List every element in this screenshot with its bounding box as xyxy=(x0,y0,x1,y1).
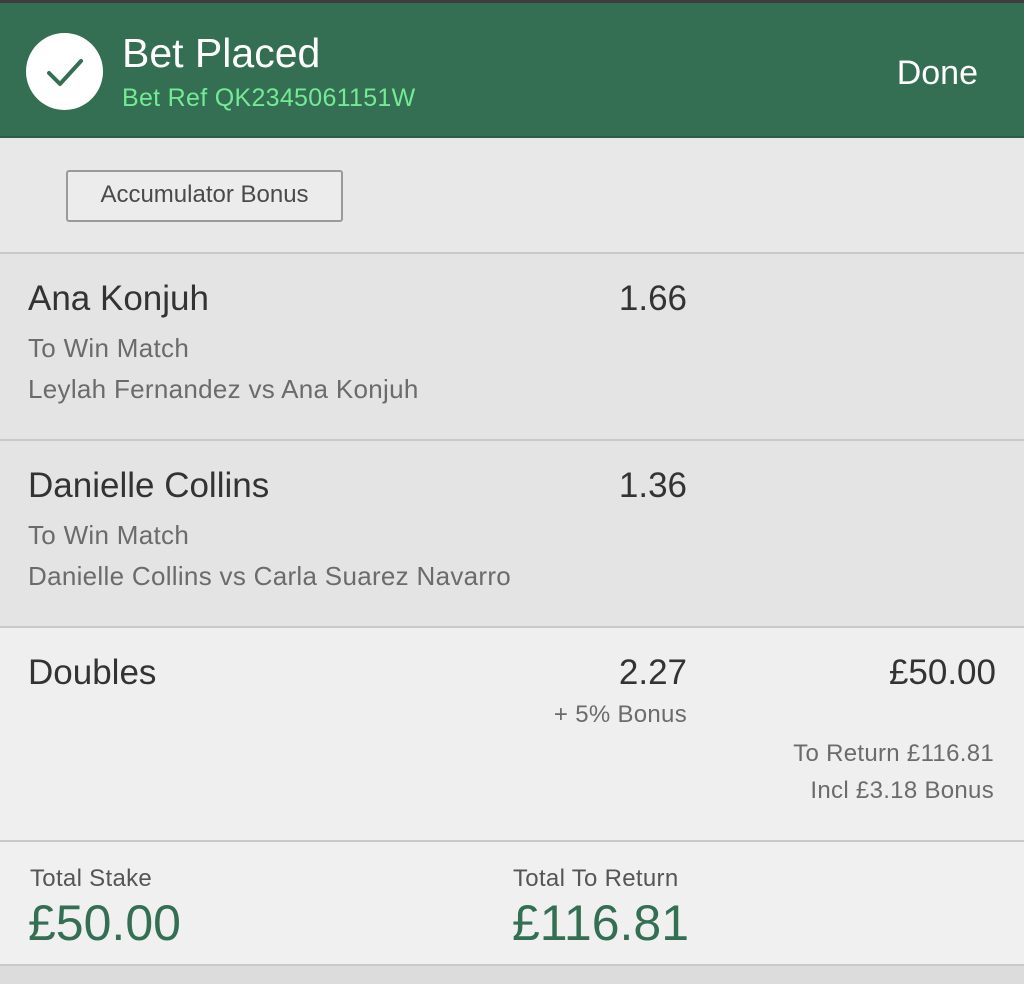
selection-odds: 1.36 xyxy=(618,466,687,505)
bet-type-label: Doubles xyxy=(28,653,157,692)
selection-name: Danielle Collins xyxy=(28,466,270,505)
total-return-value: £116.81 xyxy=(512,895,690,951)
selection-market: To Win Match xyxy=(28,520,190,550)
totals-summary: Total Stake £50.00 Total To Return £116.… xyxy=(0,842,1024,966)
doubles-bonus-percent: + 5% Bonus xyxy=(553,701,687,728)
total-stake-label: Total Stake xyxy=(30,865,153,892)
selection-item: Ana Konjuh 1.66 To Win Match Leylah Fern… xyxy=(0,254,1024,441)
doubles-stake: £50.00 xyxy=(888,653,996,692)
bottom-divider xyxy=(0,966,1024,984)
selection-name: Ana Konjuh xyxy=(28,279,209,318)
selection-event: Danielle Collins vs Carla Suarez Navarro xyxy=(28,561,512,591)
selection-item: Danielle Collins 1.36 To Win Match Danie… xyxy=(0,441,1024,628)
bet-reference: Bet Ref QK2345061151W xyxy=(122,84,416,112)
selection-odds: 1.66 xyxy=(618,279,687,318)
page-title: Bet Placed xyxy=(122,30,321,76)
selection-market: To Win Match xyxy=(28,333,190,363)
doubles-odds: 2.27 xyxy=(618,653,687,692)
bet-confirmation-header: Bet Placed Bet Ref QK2345061151W Done xyxy=(0,0,1024,138)
done-button[interactable]: Done xyxy=(897,53,978,93)
total-stake-value: £50.00 xyxy=(28,895,181,951)
bonus-strip: Accumulator Bonus xyxy=(0,138,1024,254)
selection-event: Leylah Fernandez vs Ana Konjuh xyxy=(28,374,419,404)
accumulator-bonus-tag: Accumulator Bonus xyxy=(66,170,343,222)
checkmark-icon xyxy=(26,33,103,110)
total-return-label: Total To Return xyxy=(513,865,679,892)
doubles-bet-row: Doubles 2.27 + 5% Bonus £50.00 To Return… xyxy=(0,628,1024,842)
doubles-included-bonus: Incl £3.18 Bonus xyxy=(810,777,994,804)
doubles-to-return: To Return £116.81 xyxy=(793,740,994,767)
